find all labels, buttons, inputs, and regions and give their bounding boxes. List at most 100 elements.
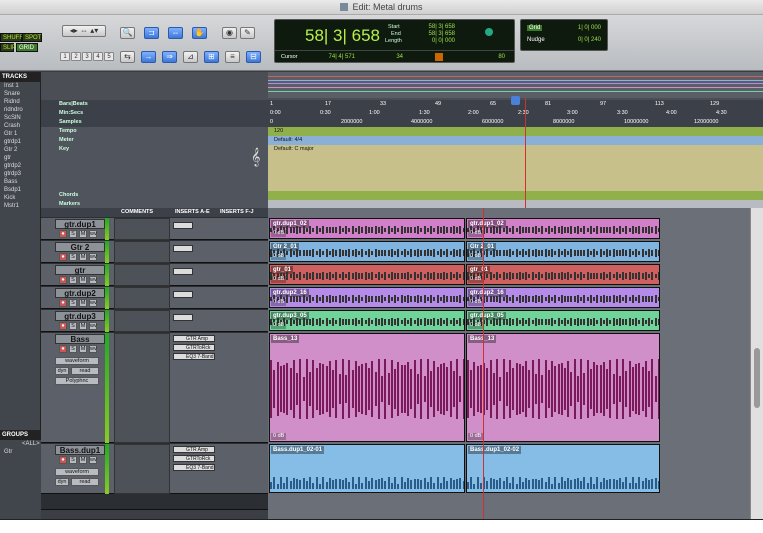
track-name[interactable]: gtr.dup1 xyxy=(55,219,105,229)
track-row[interactable]: gtr.dup1 ● S Mwv xyxy=(41,218,268,240)
clip-gain[interactable]: 0 dB xyxy=(468,322,484,329)
tracks-panel-item[interactable]: Ridnd xyxy=(0,98,40,106)
insert-slot[interactable]: GTRToRck xyxy=(173,344,215,351)
mute-button[interactable]: M xyxy=(79,299,87,307)
track-name[interactable]: Bass.dup1 xyxy=(55,445,105,455)
clip-gain[interactable]: 0 dB xyxy=(271,276,287,283)
universe-view[interactable] xyxy=(268,72,763,98)
mute-button[interactable]: M xyxy=(79,456,87,464)
audio-clip[interactable]: Bass_130 dB xyxy=(466,333,660,442)
comments-field[interactable] xyxy=(114,333,170,443)
trim-tool-icon[interactable]: ⊐ xyxy=(144,27,159,39)
insert-slot[interactable] xyxy=(173,291,193,298)
view-button[interactable]: wv xyxy=(89,276,97,284)
audio-clip[interactable]: Bass.dup1_02-02 xyxy=(466,444,660,493)
record-enable-button[interactable]: ● xyxy=(59,276,67,284)
clip-gain[interactable]: 0 dB xyxy=(468,433,484,440)
audio-clip[interactable]: Gtr 2_01 0 dB xyxy=(269,241,465,262)
view-button[interactable]: wv xyxy=(89,456,97,464)
record-icon[interactable] xyxy=(485,28,493,36)
insert-slot[interactable] xyxy=(173,245,193,252)
length-value[interactable]: 0| 0| 000 xyxy=(415,38,455,44)
insert-slot[interactable]: GTR Amp xyxy=(173,446,215,453)
comments-field[interactable] xyxy=(114,241,170,263)
audio-clip[interactable]: gtr.dup2_16 0 dB xyxy=(466,287,660,308)
minsecs-ruler[interactable]: Min:Secs 0:00 0:30 1:00 1:30 2:00 2:30 3:00 3:3… xyxy=(41,109,763,118)
chords-ruler[interactable]: Chords xyxy=(41,191,763,200)
tracks-panel-item[interactable]: Mstr1 xyxy=(0,202,40,210)
mute-button[interactable]: M xyxy=(79,276,87,284)
key-ruler[interactable]: Key 𝄞 Default: C major xyxy=(41,145,763,191)
key-value[interactable]: Default: C major xyxy=(268,145,763,191)
record-enable-button[interactable]: ● xyxy=(59,230,67,238)
clip-gain[interactable]: 0 dB xyxy=(468,276,484,283)
zoom-preset-2[interactable]: 2 xyxy=(71,52,81,61)
bars-ruler[interactable]: Bars|Beats 1 17 33 49 65 81 97 113 129 xyxy=(41,100,763,109)
zoom-preset-4[interactable]: 4 xyxy=(93,52,103,61)
mute-button[interactable]: M xyxy=(79,230,87,238)
group-all[interactable]: <ALL> xyxy=(0,440,41,448)
audio-clip[interactable]: gtr.dup2_16 0 dB xyxy=(269,287,465,308)
mute-button[interactable]: M xyxy=(79,253,87,261)
zoom-buttons[interactable]: ◂▸ ⇔ ▴▾ xyxy=(62,25,106,37)
mode-shuffle[interactable]: SHUFFLE xyxy=(0,33,30,42)
keyboard-focus-icon[interactable]: ⊟ xyxy=(246,51,261,63)
record-enable-button[interactable]: ● xyxy=(59,345,67,353)
meter-ruler[interactable]: Meter Default: 4/4 xyxy=(41,136,763,145)
record-enable-button[interactable]: ● xyxy=(59,322,67,330)
insert-slot[interactable] xyxy=(173,314,193,321)
samples-ruler[interactable]: Samples 0 2000000 4000000 6000000 8000000 100… xyxy=(41,118,763,127)
solo-button[interactable]: S xyxy=(69,322,77,330)
insert-slot[interactable]: GTRToRck xyxy=(173,455,215,462)
audio-clip[interactable]: Gtr 2_01 0 dB xyxy=(466,241,660,262)
view-button[interactable]: wv xyxy=(89,230,97,238)
link-timeline-icon[interactable]: ⊞ xyxy=(204,51,219,63)
insert-slot[interactable] xyxy=(173,268,193,275)
tracks-panel-item[interactable]: ScSlN xyxy=(0,114,40,122)
track-row[interactable]: gtr ● S Mwv xyxy=(41,264,268,286)
clip-gain[interactable]: 0 dB xyxy=(468,253,484,260)
record-enable-button[interactable]: ● xyxy=(59,253,67,261)
track-name[interactable]: gtr.dup2 xyxy=(55,288,105,298)
clip-gain[interactable]: 0 dB xyxy=(271,299,287,306)
end-value[interactable]: 58| 3| 658 xyxy=(415,31,455,37)
mute-button[interactable]: M xyxy=(79,345,87,353)
start-value[interactable]: 58| 3| 658 xyxy=(415,24,455,30)
track-name[interactable]: Bass xyxy=(55,334,105,344)
view-button[interactable]: wv xyxy=(89,299,97,307)
track-row[interactable]: gtr.dup3 ● S Mwv xyxy=(41,310,268,332)
comments-field[interactable] xyxy=(114,264,170,286)
tracks-panel-item[interactable]: Snare xyxy=(0,90,40,98)
track-name[interactable]: gtr xyxy=(55,265,105,275)
insert-slot[interactable]: GTR Amp xyxy=(173,335,215,342)
grid-label[interactable]: Grid xyxy=(527,25,543,31)
nudge-value[interactable]: 0| 0| 240 xyxy=(559,37,601,43)
record-enable-button[interactable]: ● xyxy=(59,299,67,307)
insert-slot[interactable] xyxy=(173,222,193,229)
track-row[interactable]: Bass.dup1 ● S Mwv waveform dyn read GTR Amp GTRT… xyxy=(41,444,268,494)
pencil-tool-icon[interactable]: ✎ xyxy=(240,27,255,39)
clip-gain[interactable]: 0 dB xyxy=(468,230,484,237)
tempo-value[interactable]: 120 xyxy=(268,127,763,136)
clip-gain[interactable]: 0 dB xyxy=(271,253,287,260)
tempo-ruler[interactable]: Tempo 120 xyxy=(41,127,763,136)
main-counter[interactable]: 58| 3| 658 xyxy=(305,26,380,46)
solo-button[interactable]: S xyxy=(69,299,77,307)
automation-mode-selector[interactable]: read xyxy=(71,478,99,486)
comments-field[interactable] xyxy=(114,287,170,309)
track-view-selector[interactable]: waveform xyxy=(55,468,99,476)
edit-area[interactable]: gtr.dup1_02 0 dB gtr.dup1_02 0 dB Gtr 2_01 0 … xyxy=(268,208,750,519)
insert-slot[interactable]: EQ3 7-Band xyxy=(173,464,215,471)
link-icon[interactable]: ⇆ xyxy=(120,51,135,63)
link-track-icon[interactable]: ≡ xyxy=(225,51,240,63)
tracks-panel-item[interactable]: ridndro xyxy=(0,106,40,114)
tracks-panel-item[interactable]: gtr xyxy=(0,154,40,162)
tracks-panel-item[interactable]: Kick xyxy=(0,194,40,202)
tracks-panel-item[interactable]: gtrdp1 xyxy=(0,138,40,146)
track-row[interactable]: Bass ● S Mwv waveform dyn read Polyphnc GTR Amp G… xyxy=(41,333,268,443)
tracks-panel-item[interactable]: gtrdp2 xyxy=(0,162,40,170)
automation-mode-selector[interactable]: read xyxy=(71,367,99,375)
view-button[interactable]: wv xyxy=(89,345,97,353)
track-row[interactable]: Gtr 2 ● S Mwv xyxy=(41,241,268,263)
solo-button[interactable]: S xyxy=(69,276,77,284)
